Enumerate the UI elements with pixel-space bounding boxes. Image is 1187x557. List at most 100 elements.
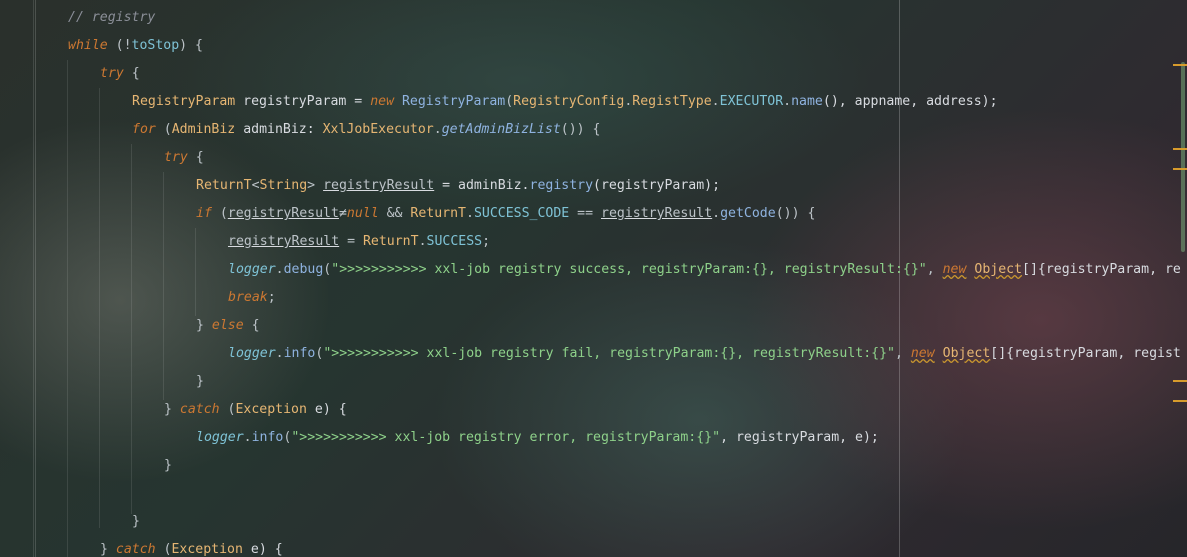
code-token: registryParam =: [235, 94, 371, 109]
code-token: (: [155, 122, 172, 137]
code-line[interactable]: try {: [100, 60, 140, 88]
code-token: (: [211, 206, 228, 221]
code-line[interactable]: RegistryParam registryParam = new Regist…: [132, 88, 998, 116]
code-token: >: [307, 178, 324, 193]
indent-guide: [163, 172, 164, 400]
code-token: (: [155, 542, 172, 557]
code-token: Object: [942, 346, 991, 361]
code-line[interactable]: }: [164, 452, 172, 480]
code-line[interactable]: logger.debug(">>>>>>>>>>> xxl-job regist…: [228, 256, 1181, 284]
code-token: registryResult: [227, 206, 339, 221]
code-line[interactable]: break;: [228, 284, 276, 312]
code-line[interactable]: logger.info(">>>>>>>>>>> xxl-job registr…: [228, 340, 1181, 368]
code-token: }: [100, 542, 116, 557]
code-token: ;: [267, 290, 276, 305]
code-token: Exception: [171, 542, 243, 557]
code-line[interactable]: while (!toStop) {: [68, 32, 203, 60]
code-line[interactable]: logger.info(">>>>>>>>>>> xxl-job registr…: [196, 424, 879, 452]
code-token: info: [283, 346, 316, 361]
code-token: registryResult: [601, 206, 713, 221]
indent-guide: [99, 88, 100, 528]
code-token: ()) {: [775, 206, 816, 221]
code-token: SUCCESS: [426, 234, 483, 249]
code-line[interactable]: // registry: [68, 4, 155, 32]
code-token: ) {: [179, 38, 203, 53]
code-token: []{registryParam, regist: [990, 346, 1181, 361]
scroll-marker[interactable]: [1173, 168, 1187, 170]
code-token: registry: [529, 178, 594, 193]
code-token: getAdminBizList: [441, 122, 561, 137]
code-token: try: [100, 66, 124, 81]
code-token: RegistType: [632, 94, 712, 109]
code-token: SUCCESS_CODE: [473, 206, 570, 221]
code-token: new: [910, 346, 935, 361]
code-token: logger: [228, 262, 276, 277]
code-token: RegistryParam: [132, 94, 236, 109]
code-token: []{registryParam, re: [1022, 262, 1181, 277]
code-line[interactable]: } catch (Exception e) {: [100, 536, 283, 557]
indent-guide: [195, 228, 196, 316]
scroll-marker[interactable]: [1173, 148, 1187, 150]
code-token: .: [433, 122, 442, 137]
code-token: {: [243, 318, 260, 333]
code-token: }: [164, 402, 180, 417]
scrollbar-thumb[interactable]: [1181, 62, 1185, 252]
code-line[interactable]: if (registryResult≠null && ReturnT.SUCCE…: [196, 200, 815, 228]
code-token: }: [164, 458, 172, 473]
code-token: while: [68, 38, 108, 53]
code-token: }: [132, 514, 140, 529]
scroll-marker[interactable]: [1173, 64, 1187, 66]
code-line[interactable]: }: [132, 508, 140, 536]
code-token: (), appname, address);: [822, 94, 998, 109]
code-token: adminBiz:: [235, 122, 323, 137]
code-token: new: [370, 94, 395, 109]
code-token: .: [711, 94, 720, 109]
indent-guide: [131, 144, 132, 514]
code-token: catch: [115, 542, 156, 557]
code-line[interactable]: }: [196, 368, 204, 396]
code-token: ,: [926, 262, 943, 277]
code-line[interactable]: try {: [164, 144, 204, 172]
code-token: , registryParam, e);: [720, 430, 879, 445]
scroll-marker[interactable]: [1173, 400, 1187, 402]
code-token: &&: [378, 206, 411, 221]
code-token: ,: [894, 346, 911, 361]
code-token: null: [346, 206, 379, 221]
code-token: .: [275, 262, 284, 277]
code-token: {: [187, 150, 204, 165]
code-token: new: [942, 262, 967, 277]
code-token: e) {: [306, 402, 347, 417]
code-token: XxlJobExecutor: [322, 122, 434, 137]
code-token: Object: [974, 262, 1023, 277]
code-token: EXECUTOR: [719, 94, 784, 109]
code-line[interactable]: } else {: [196, 312, 260, 340]
code-token: (registryParam);: [593, 178, 721, 193]
code-token: .: [466, 206, 474, 221]
code-token: ">>>>>>>>>>> xxl-job registry fail, regi…: [323, 346, 895, 361]
code-token: ≠: [338, 206, 347, 221]
code-editor[interactable]: // registry while (!toStop) {try {Registr…: [0, 0, 1187, 557]
code-token: }: [196, 374, 204, 389]
indent-guide: [35, 0, 36, 557]
code-token: ReturnT: [410, 206, 466, 221]
indent-guide: [67, 60, 68, 557]
code-token: (!: [107, 38, 132, 53]
code-line[interactable]: for (AdminBiz adminBiz: XxlJobExecutor.g…: [132, 116, 601, 144]
code-token: RegistryParam: [401, 94, 506, 109]
code-line[interactable]: ReturnT<String> registryResult = adminBi…: [196, 172, 720, 200]
code-line[interactable]: registryResult = ReturnT.SUCCESS;: [228, 228, 490, 256]
code-token: if: [196, 206, 212, 221]
code-token: ">>>>>>>>>>> xxl-job registry success, r…: [331, 262, 927, 277]
code-token: info: [251, 430, 284, 445]
gutter-divider: [33, 0, 34, 557]
code-line[interactable]: } catch (Exception e) {: [164, 396, 347, 424]
code-token: debug: [283, 262, 324, 277]
code-token: logger: [196, 430, 244, 445]
code-token: = adminBiz.: [434, 178, 530, 193]
code-token: e) {: [242, 542, 283, 557]
code-token: (: [219, 402, 236, 417]
scroll-marker[interactable]: [1173, 380, 1187, 382]
code-token: getCode: [720, 206, 776, 221]
